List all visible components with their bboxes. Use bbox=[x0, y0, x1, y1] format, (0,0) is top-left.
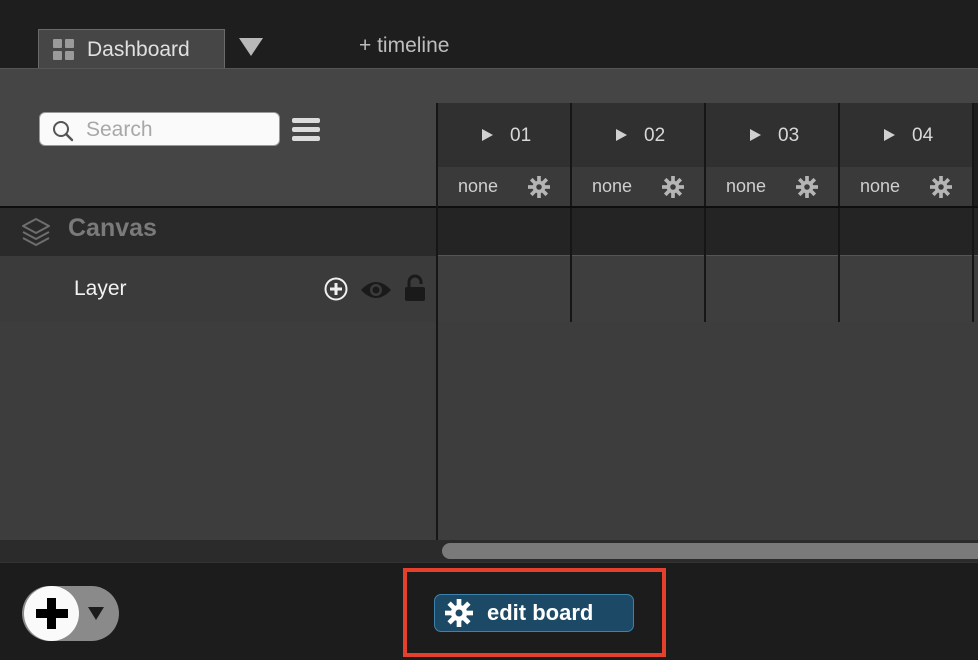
plus-icon bbox=[47, 598, 56, 629]
play-icon[interactable] bbox=[884, 129, 895, 141]
hamburger-menu-icon[interactable] bbox=[292, 118, 320, 142]
frame-column-01[interactable]: 01 none bbox=[438, 103, 571, 206]
frame-number: 03 bbox=[778, 125, 800, 146]
add-timeline-button[interactable]: + timeline bbox=[359, 34, 449, 58]
search-icon bbox=[53, 121, 74, 142]
canvas-frames-row[interactable] bbox=[437, 208, 978, 256]
scrollbar-thumb[interactable] bbox=[442, 543, 978, 559]
frame-mode[interactable]: none bbox=[860, 176, 900, 197]
play-icon[interactable] bbox=[616, 129, 627, 141]
canvas-label: Canvas bbox=[68, 214, 157, 242]
grid-icon bbox=[53, 38, 75, 61]
column-divider bbox=[570, 103, 572, 322]
edit-board-button[interactable]: edit board bbox=[434, 594, 634, 632]
gear-icon bbox=[445, 599, 473, 627]
lock-icon[interactable] bbox=[404, 274, 426, 302]
chevron-down-icon[interactable] bbox=[88, 607, 104, 620]
frame-settings-row: none bbox=[840, 167, 973, 206]
frame-mode[interactable]: none bbox=[458, 176, 498, 197]
row-divider bbox=[437, 255, 978, 256]
gear-icon[interactable] bbox=[930, 176, 952, 198]
play-icon[interactable] bbox=[482, 129, 493, 141]
layers-list-empty-area bbox=[0, 322, 436, 540]
timeline-header bbox=[437, 69, 978, 103]
header-divider bbox=[0, 206, 978, 208]
timeline-empty-area bbox=[438, 322, 978, 540]
column-divider bbox=[838, 103, 840, 322]
frame-settings-row: none bbox=[572, 167, 705, 206]
canvas-row[interactable] bbox=[0, 208, 437, 256]
frame-column-02[interactable]: 02 none bbox=[572, 103, 705, 206]
eye-icon[interactable] bbox=[360, 280, 392, 300]
column-divider bbox=[704, 103, 706, 322]
edit-board-label: edit board bbox=[487, 600, 594, 625]
frame-number: 04 bbox=[912, 125, 934, 146]
frame-number: 02 bbox=[644, 125, 666, 146]
layer-frames-row[interactable] bbox=[437, 256, 978, 322]
panel-divider[interactable] bbox=[436, 103, 438, 563]
layers-icon bbox=[22, 218, 50, 246]
tab-label: Dashboard bbox=[87, 37, 190, 61]
frame-column-04[interactable]: 04 none bbox=[840, 103, 973, 206]
column-divider bbox=[972, 103, 974, 322]
frame-number: 01 bbox=[510, 125, 532, 146]
gear-icon[interactable] bbox=[796, 176, 818, 198]
search-input[interactable] bbox=[84, 116, 273, 144]
add-circle-icon[interactable] bbox=[324, 277, 348, 301]
frame-settings-row: none bbox=[706, 167, 839, 206]
tab-dashboard[interactable]: Dashboard bbox=[38, 29, 225, 69]
frame-settings-row: none bbox=[438, 167, 571, 206]
gear-icon[interactable] bbox=[662, 176, 684, 198]
search-box[interactable] bbox=[39, 112, 280, 146]
frame-mode[interactable]: none bbox=[592, 176, 632, 197]
gear-icon[interactable] bbox=[528, 176, 550, 198]
triangle-down-icon[interactable] bbox=[239, 38, 263, 56]
layer-label: Layer bbox=[74, 277, 127, 300]
play-icon[interactable] bbox=[750, 129, 761, 141]
frame-mode[interactable]: none bbox=[726, 176, 766, 197]
frame-column-03[interactable]: 03 none bbox=[706, 103, 839, 206]
